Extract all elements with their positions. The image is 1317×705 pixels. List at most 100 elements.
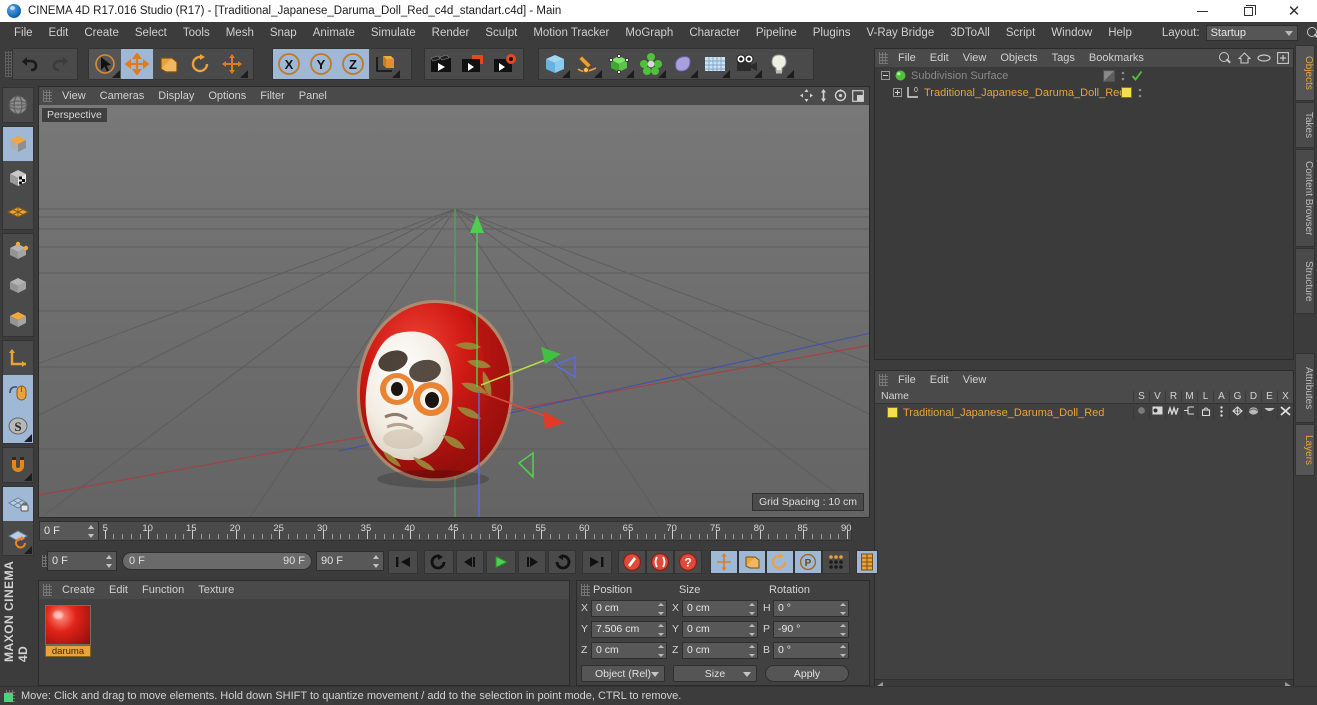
column-l[interactable]: L — [1197, 390, 1213, 402]
coordinates-grip[interactable] — [581, 583, 590, 596]
parameter-key-button[interactable] — [822, 550, 850, 574]
layer-visible-icon[interactable] — [1149, 405, 1165, 420]
magnet-icon[interactable] — [3, 448, 33, 482]
menu-file[interactable]: File — [6, 22, 41, 44]
coordinate-mode-dropdown[interactable]: Object (Rel) — [581, 665, 665, 682]
field-size-z[interactable]: 0 cm — [682, 641, 758, 659]
menu-motion-tracker[interactable]: Motion Tracker — [525, 22, 617, 44]
menu-edit[interactable]: Edit — [41, 22, 77, 44]
frame-range-slider[interactable]: 0 F 90 F — [122, 552, 312, 570]
timeline-ruler[interactable]: 051015202530354045505560657075808590 — [46, 521, 852, 541]
enable-axis-icon[interactable] — [3, 375, 33, 409]
field-pos-x[interactable]: 0 cm — [591, 599, 667, 617]
spinner-icon[interactable] — [749, 644, 755, 657]
mm-menu-create[interactable]: Create — [55, 584, 102, 596]
viewport-canvas[interactable]: Y X Z — [39, 105, 869, 517]
add-environment-button[interactable] — [699, 49, 731, 79]
snap-icon[interactable]: S — [3, 409, 33, 443]
material-item[interactable]: daruma — [45, 605, 91, 657]
maximize-button[interactable] — [1225, 0, 1271, 22]
viewport-menu-panel[interactable]: Panel — [292, 90, 334, 102]
tab-attributes[interactable]: Attributes — [1295, 353, 1315, 423]
spinner-icon[interactable] — [749, 623, 755, 636]
menu-character[interactable]: Character — [681, 22, 748, 44]
add-camera-button[interactable] — [731, 49, 763, 79]
spinner-icon[interactable] — [749, 602, 755, 615]
yellow-material-tag[interactable] — [1121, 87, 1132, 98]
material-manager-grip[interactable] — [43, 584, 52, 596]
pan-icon[interactable] — [800, 89, 813, 102]
viewport-menu-view[interactable]: View — [55, 90, 93, 102]
tab-layers[interactable]: Layers — [1295, 424, 1315, 476]
add-cube-button[interactable] — [539, 49, 571, 79]
rotate-tool[interactable] — [185, 49, 217, 79]
spinner-icon[interactable] — [840, 602, 846, 615]
loop-forward-button[interactable] — [548, 550, 576, 574]
field-pos-y[interactable]: 7.506 cm — [591, 620, 667, 638]
move-tool[interactable] — [121, 49, 153, 79]
model-mode-icon[interactable] — [3, 127, 33, 161]
tab-content-browser[interactable]: Content Browser — [1295, 149, 1315, 247]
column-r[interactable]: R — [1165, 390, 1181, 402]
dot-handle-icon[interactable] — [1120, 70, 1126, 82]
column-v[interactable]: V — [1149, 390, 1165, 402]
minimize-button[interactable] — [1179, 0, 1225, 22]
menu-sculpt[interactable]: Sculpt — [477, 22, 525, 44]
spinner-icon[interactable] — [840, 623, 846, 636]
menu-vray-bridge[interactable]: V-Ray Bridge — [858, 22, 942, 44]
material-preview[interactable] — [45, 605, 91, 645]
menu-script[interactable]: Script — [998, 22, 1043, 44]
layer-render-icon[interactable] — [1165, 405, 1181, 420]
render-settings-button[interactable] — [489, 49, 521, 79]
add-spline-button[interactable] — [571, 49, 603, 79]
om-menu-view[interactable]: View — [956, 52, 994, 64]
layer-manager-icon[interactable] — [1181, 405, 1197, 420]
loop-back-button[interactable] — [424, 550, 454, 574]
column-e[interactable]: E — [1261, 390, 1277, 402]
workplane-rotate-icon[interactable] — [3, 521, 33, 555]
viewport-menu-options[interactable]: Options — [201, 90, 253, 102]
layer-animation-icon[interactable] — [1213, 405, 1229, 420]
size-mode-dropdown[interactable]: Size — [673, 665, 757, 682]
home-icon[interactable] — [1238, 52, 1251, 64]
world-coordinate-toggle[interactable] — [369, 49, 401, 79]
maximize-panel-icon[interactable] — [852, 89, 864, 102]
layer-solo-icon[interactable] — [1133, 405, 1149, 420]
add-generator-button[interactable] — [603, 49, 635, 79]
axis-y-toggle[interactable]: Y — [305, 49, 337, 79]
axis-x-toggle[interactable]: X — [273, 49, 305, 79]
viewport-menu-display[interactable]: Display — [151, 90, 201, 102]
menu-tools[interactable]: Tools — [175, 22, 218, 44]
mm-menu-function[interactable]: Function — [135, 584, 191, 596]
lm-menu-view[interactable]: View — [956, 374, 994, 386]
spinner-icon[interactable] — [106, 555, 113, 568]
layer-generator-icon[interactable] — [1229, 405, 1245, 420]
tab-structure[interactable]: Structure — [1295, 248, 1315, 314]
dot-handle-icon[interactable] — [1137, 87, 1143, 99]
keyframe-selection-button[interactable]: ? — [674, 550, 702, 574]
field-rot-h[interactable]: 0 ° — [773, 599, 849, 617]
render-view-button[interactable] — [425, 49, 457, 79]
object-row-subdivision-surface[interactable]: Subdivision Surface — [875, 67, 1293, 84]
menu-window[interactable]: Window — [1043, 22, 1100, 44]
current-frame-field[interactable]: 0 F — [47, 551, 117, 571]
move-axis-tool[interactable] — [217, 49, 249, 79]
polygon-mesh-icon[interactable] — [3, 195, 33, 229]
edge-mode-icon[interactable] — [3, 268, 33, 302]
column-x[interactable]: X — [1277, 390, 1293, 402]
point-mode-icon[interactable] — [3, 234, 33, 268]
mm-menu-texture[interactable]: Texture — [191, 584, 241, 596]
column-s[interactable]: S — [1133, 390, 1149, 402]
menu-create[interactable]: Create — [76, 22, 127, 44]
object-search-icon[interactable] — [1218, 51, 1232, 65]
tab-objects[interactable]: Objects — [1295, 45, 1315, 101]
menu-select[interactable]: Select — [127, 22, 175, 44]
column-g[interactable]: G — [1229, 390, 1245, 402]
render-region-button[interactable] — [457, 49, 489, 79]
viewport-menu-cameras[interactable]: Cameras — [93, 90, 152, 102]
menu-3dtoall[interactable]: 3DToAll — [942, 22, 998, 44]
spinner-icon[interactable] — [373, 555, 380, 568]
timeline-button[interactable] — [856, 550, 878, 574]
live-selection-tool[interactable] — [89, 49, 121, 79]
mm-menu-edit[interactable]: Edit — [102, 584, 135, 596]
